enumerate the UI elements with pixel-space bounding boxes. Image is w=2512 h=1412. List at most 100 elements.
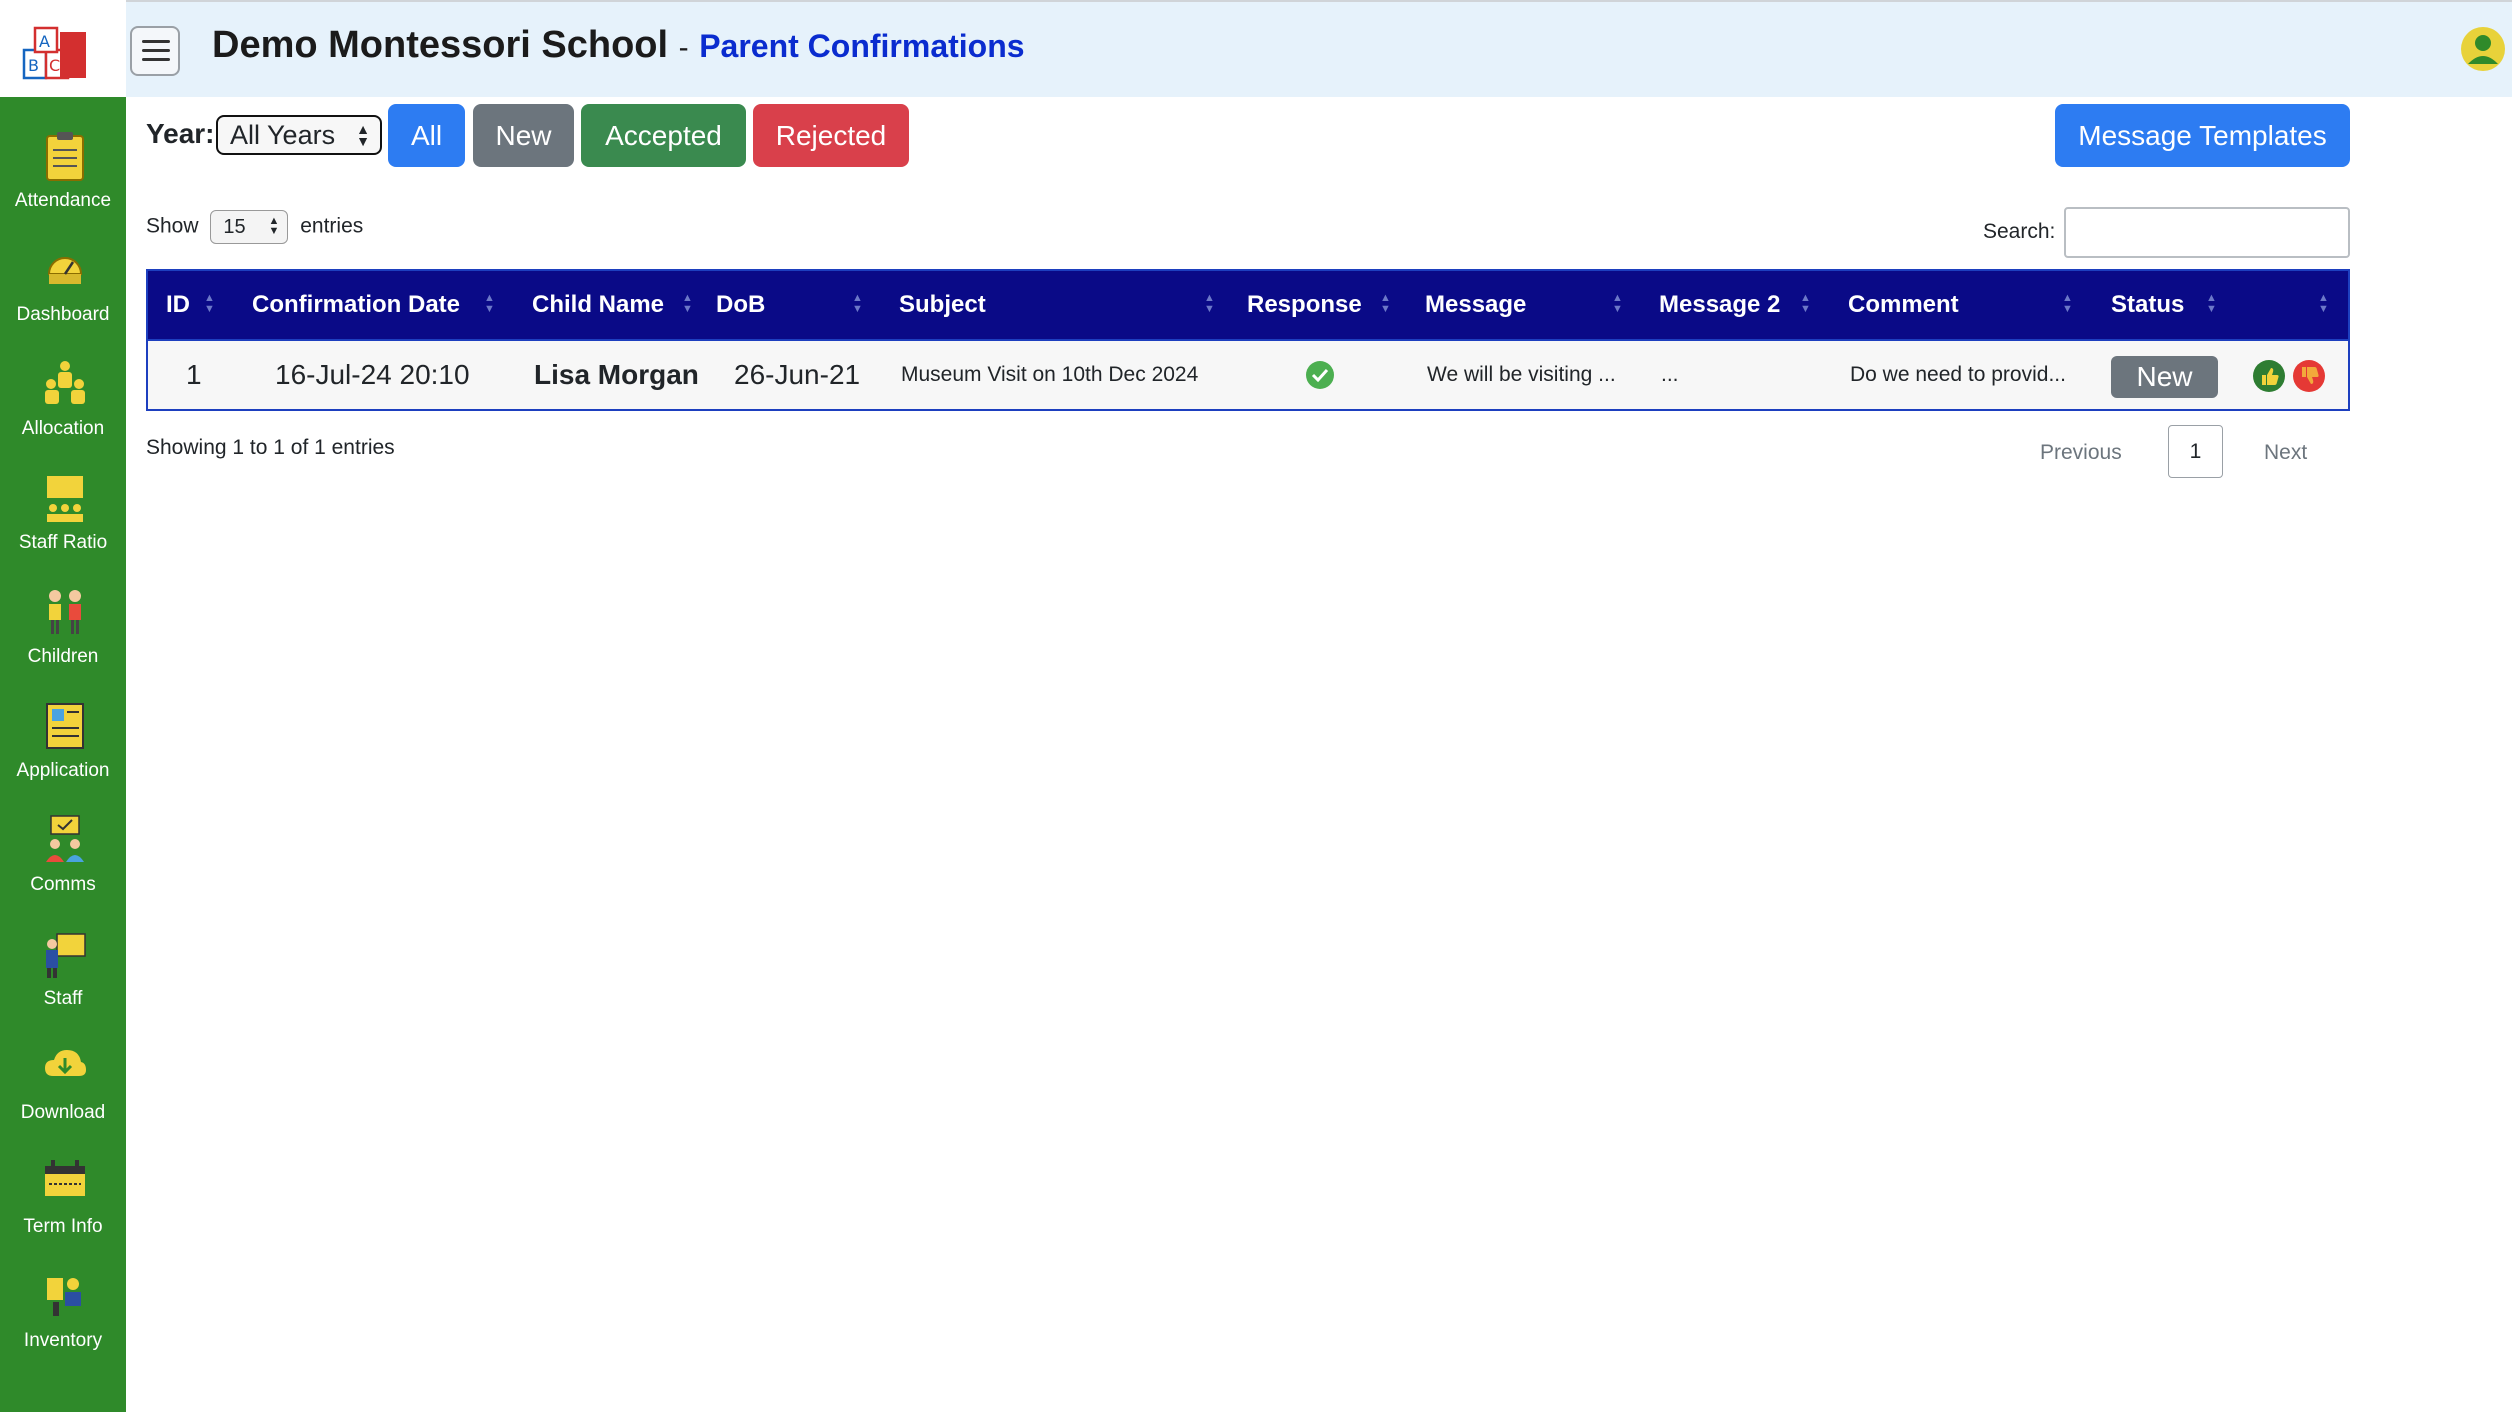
dashboard-icon — [47, 257, 83, 284]
term-info-icon — [45, 1160, 85, 1196]
column-header-child-name[interactable]: Child Name — [532, 271, 664, 339]
search-label: Search: — [1983, 220, 2056, 243]
table-row[interactable]: 1 16-Jul-24 20:10 Lisa Morgan 26-Jun-21 … — [146, 341, 2350, 411]
column-header-message-2[interactable]: Message 2 — [1659, 271, 1780, 339]
cell-child-name: Lisa Morgan — [534, 359, 699, 390]
page-subtitle: Parent Confirmations — [699, 28, 1025, 64]
year-select-value: All Years — [230, 120, 336, 150]
sidebar-item-label: Children — [27, 646, 99, 667]
sidebar-item-label: Term Info — [23, 1216, 103, 1237]
school-name: Demo Montessori School — [212, 24, 669, 66]
sort-icon[interactable]: ▲ ▼ — [484, 293, 495, 315]
sort-icon[interactable]: ▲ ▼ — [2318, 293, 2329, 315]
svg-text:C: C — [49, 56, 60, 75]
column-header-comment[interactable]: Comment — [1848, 271, 1959, 339]
sort-icon[interactable]: ▲ ▼ — [2206, 293, 2217, 315]
children-icon — [49, 590, 81, 634]
sort-icon[interactable]: ▲ ▼ — [204, 293, 215, 315]
staff-ratio-icon — [47, 476, 83, 522]
hamburger-icon — [142, 40, 170, 43]
show-label: Show — [146, 214, 199, 238]
menu-toggle-button[interactable] — [130, 26, 180, 76]
message-templates-button[interactable]: Message Templates — [2055, 104, 2350, 167]
sidebar-item-children[interactable]: Children — [0, 576, 126, 686]
sidebar-item-download[interactable]: Download — [0, 1032, 126, 1142]
sidebar-item-label: Allocation — [21, 418, 105, 439]
sidebar-item-label: Download — [20, 1102, 106, 1123]
sort-icon[interactable]: ▲ ▼ — [2062, 293, 2073, 315]
application-icon — [46, 703, 84, 749]
allocation-icon — [45, 361, 85, 404]
sort-icon[interactable]: ▲ ▼ — [1612, 293, 1623, 315]
sidebar-item-label: Attendance — [14, 190, 112, 211]
sidebar-item-allocation[interactable]: Allocation — [0, 348, 126, 458]
sidebar-item-comms[interactable]: Comms — [0, 804, 126, 914]
cell-comment: Do we need to provid... — [1850, 363, 2066, 386]
table-header: ID ▲ ▼ Confirmation Date ▲ ▼ Child Name ▲ ▼… — [146, 269, 2350, 341]
top-header: Demo Montessori School - Parent Confirma… — [126, 0, 2512, 97]
sidebar-item-term-info[interactable]: Term Info — [0, 1146, 126, 1256]
sort-icon[interactable]: ▲ ▼ — [852, 293, 863, 315]
sort-icon[interactable]: ▲ ▼ — [682, 293, 693, 315]
sidebar-item-staff[interactable]: Staff — [0, 918, 126, 1028]
pagination-next[interactable]: Next — [2264, 441, 2307, 465]
sidebar-item-label: Staff Ratio — [18, 532, 108, 553]
title-separator: - — [678, 31, 689, 64]
thumbs-down-icon[interactable] — [2292, 359, 2326, 393]
column-header-message[interactable]: Message — [1425, 271, 1526, 339]
entries-control: Show 15 ▲ ▼ entries — [146, 210, 363, 244]
sidebar-item-label: Staff — [43, 988, 83, 1009]
entries-select-value: 15 — [223, 216, 246, 238]
column-header-dob[interactable]: DoB — [716, 271, 765, 339]
app-logo[interactable]: A B C — [0, 0, 126, 97]
filter-rejected-button[interactable]: Rejected — [753, 104, 909, 167]
filter-new-button[interactable]: New — [473, 104, 574, 167]
attendance-icon — [46, 132, 84, 181]
sort-icon[interactable]: ▲ ▼ — [1380, 293, 1391, 315]
cell-confirmation-date: 16-Jul-24 20:10 — [275, 359, 470, 390]
status-badge: New — [2111, 356, 2218, 398]
column-header-id[interactable]: ID — [166, 271, 190, 339]
check-circle-icon — [1306, 361, 1334, 389]
pagination-page-1[interactable]: 1 — [2168, 425, 2223, 478]
select-arrows-icon: ▲ ▼ — [356, 121, 370, 149]
user-avatar-icon[interactable] — [2460, 26, 2506, 72]
comms-icon — [46, 815, 84, 862]
search-input[interactable] — [2064, 207, 2350, 258]
cell-id: 1 — [186, 359, 202, 390]
sidebar-item-dashboard[interactable]: Dashboard — [0, 234, 126, 344]
year-label: Year: — [146, 118, 215, 149]
column-header-confirmation-date[interactable]: Confirmation Date — [252, 271, 460, 339]
table-info: Showing 1 to 1 of 1 entries — [146, 436, 395, 459]
sidebar-item-label: Inventory — [23, 1330, 103, 1351]
year-select[interactable]: All Years ▲ ▼ — [216, 115, 382, 155]
thumbs-up-icon[interactable] — [2252, 359, 2286, 393]
entries-per-page-select[interactable]: 15 ▲ ▼ — [210, 210, 289, 244]
column-header-subject[interactable]: Subject — [899, 271, 986, 339]
sidebar: A B C Attendance Dashboard Allocation St… — [0, 0, 126, 1412]
page-title: Demo Montessori School - Parent Confirma… — [212, 24, 1025, 67]
sidebar-item-inventory[interactable]: Inventory — [0, 1260, 126, 1370]
column-header-status[interactable]: Status — [2111, 271, 2184, 339]
sidebar-item-label: Comms — [30, 874, 96, 895]
sidebar-item-attendance[interactable]: Attendance — [0, 120, 126, 230]
staff-icon — [46, 933, 86, 978]
sort-icon[interactable]: ▲ ▼ — [1800, 293, 1811, 315]
confirmations-table: ID ▲ ▼ Confirmation Date ▲ ▼ Child Name ▲ ▼… — [146, 269, 2350, 411]
column-header-response[interactable]: Response — [1247, 271, 1362, 339]
entries-label: entries — [300, 214, 364, 238]
sort-icon[interactable]: ▲ ▼ — [1204, 293, 1215, 315]
filter-accepted-button[interactable]: Accepted — [581, 104, 746, 167]
abc-blocks-icon: A B C — [22, 26, 86, 80]
inventory-icon — [47, 1278, 81, 1316]
sidebar-item-label: Dashboard — [16, 304, 110, 325]
pagination-previous[interactable]: Previous — [2040, 441, 2122, 465]
sidebar-item-label: Application — [16, 760, 110, 781]
sidebar-item-staff-ratio[interactable]: Staff Ratio — [0, 462, 126, 572]
cell-dob: 26-Jun-21 — [734, 359, 861, 390]
select-arrows-icon: ▲ ▼ — [268, 215, 280, 237]
sidebar-item-application[interactable]: Application — [0, 690, 126, 800]
filter-all-button[interactable]: All — [388, 104, 465, 167]
svg-text:B: B — [28, 56, 39, 75]
cell-message: We will be visiting ... — [1427, 363, 1616, 386]
